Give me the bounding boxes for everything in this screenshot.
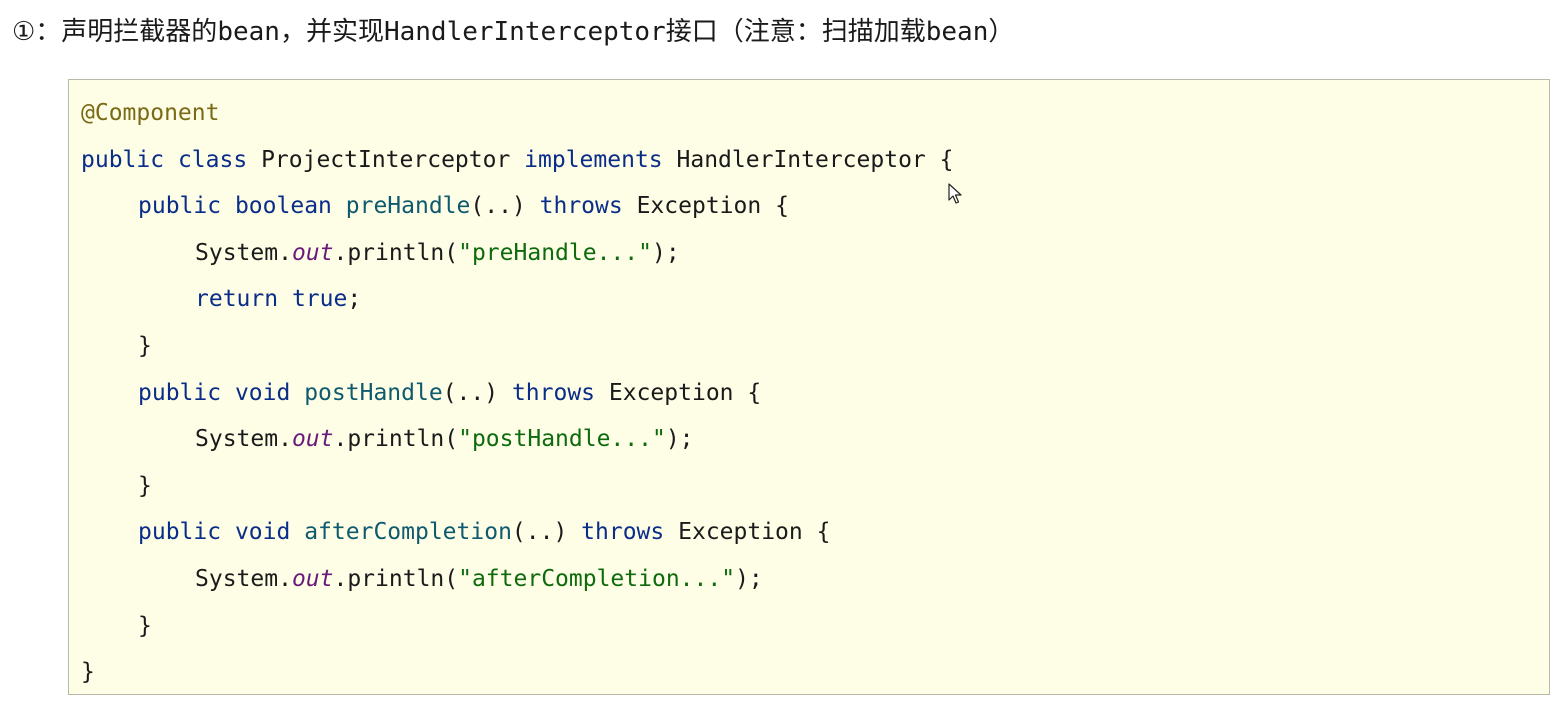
brace-token: } xyxy=(138,332,152,359)
heading-prefix: ①：声明拦截器的 xyxy=(12,17,218,47)
args-token: (..) xyxy=(442,379,499,406)
keyword-token: public xyxy=(138,193,222,220)
keyword-token: public xyxy=(138,519,222,546)
code-line-7: public void postHandle(..) throws Except… xyxy=(81,370,953,417)
annotation-token: @Component xyxy=(81,100,220,126)
method-name-token: afterCompletion xyxy=(304,519,512,546)
keyword-token: implements xyxy=(524,146,663,173)
keyword-token: boolean xyxy=(234,193,332,220)
end-token: ; xyxy=(347,286,362,313)
keyword-token: throws xyxy=(581,519,665,546)
brace-token: } xyxy=(138,612,152,639)
method-name-token: preHandle xyxy=(345,193,471,220)
code-line-1: @Component xyxy=(81,90,953,137)
end-token: ); xyxy=(735,565,763,592)
brace-token: { xyxy=(939,146,954,173)
class-ref-token: System. xyxy=(195,426,292,453)
section-heading: ①：声明拦截器的bean，并实现HandlerInterceptor接口（注意：… xyxy=(12,12,1014,52)
heading-suffix: 接口（注意：扫描加载 xyxy=(665,17,926,47)
code-line-3: public boolean preHandle(..) throws Exce… xyxy=(81,183,953,230)
code-line-6: } xyxy=(81,323,953,370)
end-token: ); xyxy=(665,426,694,453)
end-token: ); xyxy=(651,239,680,266)
args-token: (..) xyxy=(470,193,526,220)
class-ref-token: System. xyxy=(195,239,292,266)
field-token: out xyxy=(291,239,334,266)
keyword-token: public xyxy=(81,146,165,173)
heading-interface: HandlerInterceptor xyxy=(383,17,666,47)
class-ref-token: System. xyxy=(195,565,292,592)
class-name-token: ProjectInterceptor xyxy=(261,146,511,173)
code-listing: @Component public class ProjectIntercepto… xyxy=(81,90,953,696)
field-token: out xyxy=(291,426,334,453)
code-line-13: } xyxy=(81,649,953,696)
code-line-9: } xyxy=(81,463,953,510)
call-token: .println( xyxy=(333,426,459,453)
brace-token: } xyxy=(138,472,152,499)
exception-token: Exception xyxy=(636,193,762,220)
string-token: "afterCompletion..." xyxy=(458,565,736,592)
call-token: .println( xyxy=(333,565,459,592)
field-token: out xyxy=(291,565,334,592)
keyword-token: public xyxy=(138,379,222,406)
brace-token: } xyxy=(81,659,95,686)
heading-bean: bean xyxy=(217,17,280,47)
exception-token: Exception xyxy=(678,519,803,546)
brace-token: { xyxy=(816,519,831,546)
args-token: (..) xyxy=(511,519,568,546)
keyword-token: class xyxy=(177,146,248,173)
mouse-pointer-icon xyxy=(948,183,962,204)
heading-middle: ，并实现 xyxy=(279,17,384,47)
exception-token: Exception xyxy=(608,379,734,406)
method-name-token: postHandle xyxy=(304,379,443,406)
string-token: "preHandle..." xyxy=(458,239,652,266)
code-line-4: System.out.println("preHandle..."); xyxy=(81,230,953,277)
interface-name-token: HandlerInterceptor xyxy=(676,146,926,173)
string-token: "postHandle..." xyxy=(458,426,666,453)
heading-bean-note: bean xyxy=(925,17,989,47)
code-line-10: public void afterCompletion(..) throws E… xyxy=(81,509,953,556)
code-block: @Component public class ProjectIntercepto… xyxy=(68,79,1550,695)
code-line-8: System.out.println("postHandle..."); xyxy=(81,416,953,463)
keyword-token: void xyxy=(234,519,291,546)
keyword-token: true xyxy=(291,286,348,313)
code-line-11: System.out.println("afterCompletion...")… xyxy=(81,556,953,603)
call-token: .println( xyxy=(333,239,459,266)
keyword-token: void xyxy=(234,379,291,406)
brace-token: { xyxy=(775,193,789,220)
brace-token: { xyxy=(747,379,762,406)
keyword-token: throws xyxy=(539,193,623,220)
heading-close: ） xyxy=(988,17,1015,47)
code-line-12: } xyxy=(81,603,953,650)
code-line-5: return true; xyxy=(81,276,953,323)
code-line-2: public class ProjectInterceptor implemen… xyxy=(81,137,953,184)
keyword-token: return xyxy=(195,286,279,313)
keyword-token: throws xyxy=(511,379,596,406)
